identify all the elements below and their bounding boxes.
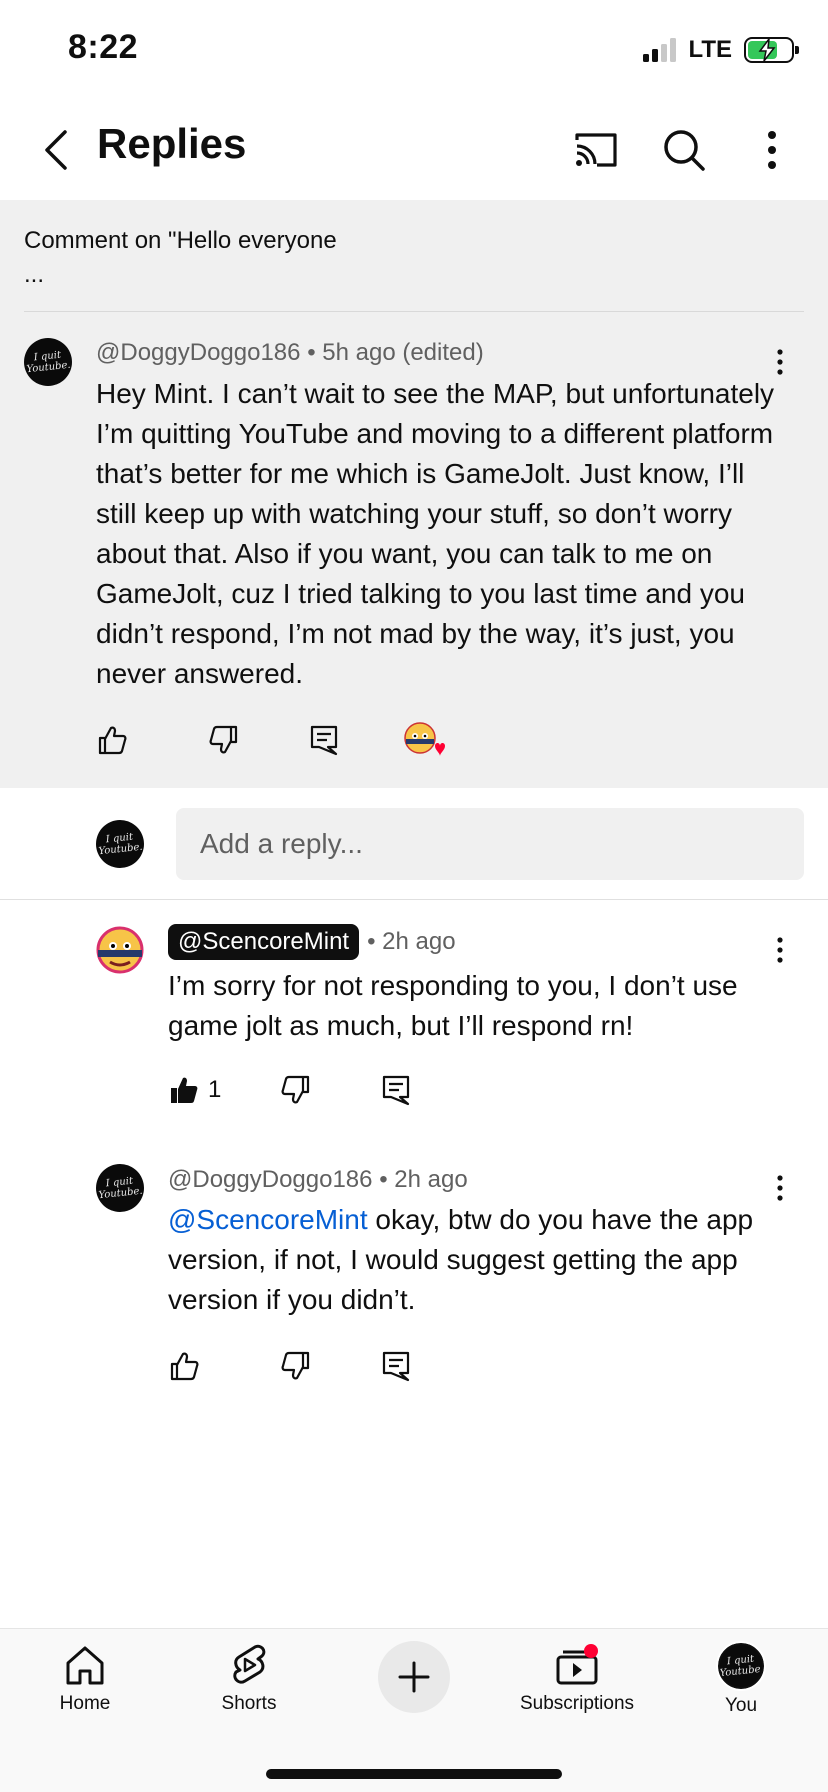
comment-timestamp: • 2h ago	[367, 928, 456, 955]
comment-meta: @DoggyDoggo186 • 2h ago	[168, 1166, 468, 1194]
back-arrow-icon	[45, 130, 67, 170]
subscriptions-icon	[556, 1644, 598, 1685]
reply-button[interactable]	[302, 718, 346, 762]
back-button[interactable]	[24, 118, 88, 182]
nav-subscriptions-label: Subscriptions	[519, 1693, 635, 1714]
like-count: 1	[208, 1076, 222, 1103]
avatar[interactable]: I quit Youtube.	[24, 338, 72, 386]
avatar-text: I quit Youtube.	[98, 1175, 144, 1202]
avatar-text: I quit Youtube.	[98, 831, 144, 858]
more-options-button[interactable]	[740, 118, 804, 182]
signal-icon	[643, 38, 677, 62]
nav-home[interactable]: Home	[10, 1643, 160, 1715]
comment-context-more: ...	[24, 261, 45, 288]
nav-you[interactable]: I quit Youtube. You	[666, 1641, 816, 1717]
creator-badge[interactable]: @ScencoreMint	[168, 924, 360, 960]
comment-timestamp: • 2h ago	[379, 1166, 468, 1193]
search-icon	[664, 130, 705, 171]
thumbs-down-icon	[281, 1075, 310, 1104]
status-time: 8:22	[68, 28, 139, 66]
thumbs-up-icon	[98, 726, 127, 755]
shorts-icon	[233, 1644, 266, 1684]
divider	[24, 311, 804, 312]
avatar-text: I quit Youtube.	[26, 349, 72, 376]
status-indicators: LTE	[643, 36, 799, 64]
network-label: LTE	[688, 36, 732, 63]
nav-home-label: Home	[59, 1693, 111, 1714]
reply-composer: I quit Youtube. Add a reply...	[0, 788, 828, 900]
user-avatar: I quit Youtube.	[96, 820, 144, 868]
nav-shorts-label: Shorts	[221, 1693, 277, 1714]
reply-input[interactable]: Add a reply...	[176, 808, 804, 880]
dislike-button[interactable]	[274, 1344, 318, 1388]
home-icon	[66, 1646, 104, 1685]
comment-text: Hey Mint. I can’t wait to see the MAP, b…	[96, 378, 775, 689]
creator-heart	[402, 718, 446, 762]
creator-heart-icon	[404, 722, 445, 756]
comment-context-title: Comment on "Hello everyone	[24, 227, 337, 254]
comment-text: @ScencoreMint okay, btw do you have the …	[168, 1200, 798, 1320]
you-avatar: I quit Youtube.	[716, 1641, 766, 1691]
parent-comment-section: Comment on "Hello everyone ... I quit Yo…	[0, 200, 828, 788]
cast-icon	[575, 133, 617, 167]
search-button[interactable]	[652, 118, 716, 182]
comment-meta: @ScencoreMint • 2h ago	[168, 924, 456, 960]
nav-subscriptions[interactable]: Subscriptions	[502, 1643, 652, 1715]
app-header: Replies	[0, 100, 828, 200]
comment-author[interactable]: @DoggyDoggo186	[96, 339, 301, 366]
like-button[interactable]	[162, 1344, 206, 1388]
home-indicator	[266, 1769, 562, 1779]
plus-icon	[398, 1661, 430, 1693]
thumbs-up-icon	[170, 1352, 199, 1381]
avatar[interactable]: I quit Youtube.	[96, 1164, 144, 1212]
create-button[interactable]	[378, 1641, 450, 1713]
nav-you-label: You	[724, 1695, 758, 1716]
avatar[interactable]	[96, 926, 144, 974]
like-button[interactable]	[162, 1068, 206, 1112]
comment-meta: @DoggyDoggo186 • 5h ago (edited)	[96, 339, 484, 367]
mention-link[interactable]: @ScencoreMint	[168, 1204, 368, 1235]
reply-button[interactable]	[374, 1344, 418, 1388]
more-vertical-icon	[777, 937, 783, 963]
comment-icon	[382, 1351, 410, 1382]
avatar-text: I quit Youtube.	[719, 1653, 764, 1680]
battery-icon	[744, 37, 799, 63]
reply-button[interactable]	[374, 1068, 418, 1112]
thumbs-up-filled-icon	[171, 1077, 198, 1103]
thumbs-down-icon	[281, 1351, 310, 1380]
more-vertical-icon	[777, 349, 783, 375]
page-title: Replies	[97, 120, 247, 167]
comment-icon	[382, 1075, 410, 1106]
dislike-button[interactable]	[274, 1068, 318, 1112]
dislike-button[interactable]	[202, 718, 246, 762]
thumbs-down-icon	[209, 725, 238, 754]
comment-text: I’m sorry for not responding to you, I d…	[168, 970, 738, 1041]
more-vertical-icon	[777, 1175, 783, 1201]
comment-author[interactable]: @DoggyDoggo186	[168, 1166, 373, 1193]
cast-button[interactable]	[564, 118, 628, 182]
comment-icon	[310, 725, 338, 756]
bottom-navigation: Home Shorts Subscriptions I quit Youtube…	[0, 1628, 828, 1792]
creator-avatar-icon	[96, 926, 144, 974]
comment-context[interactable]: Comment on "Hello everyone ...	[24, 224, 337, 292]
nav-shorts[interactable]: Shorts	[174, 1643, 324, 1715]
status-bar: 8:22 LTE	[0, 0, 828, 100]
comment-timestamp: • 5h ago (edited)	[307, 339, 484, 366]
like-button[interactable]	[90, 718, 134, 762]
more-vertical-icon	[768, 131, 776, 169]
